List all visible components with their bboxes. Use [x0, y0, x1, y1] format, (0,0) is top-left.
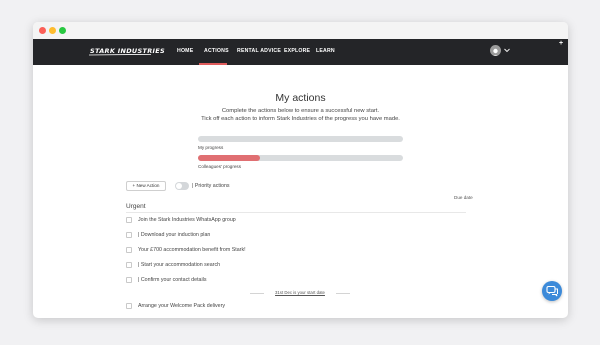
- nav-home[interactable]: HOME: [177, 48, 193, 54]
- task-checkbox[interactable]: [126, 277, 132, 283]
- task-row[interactable]: Arrange your Welcome Pack delivery: [126, 301, 466, 313]
- minimize-window-button[interactable]: [49, 27, 56, 34]
- chat-button[interactable]: [542, 281, 562, 301]
- task-row[interactable]: | Download your induction plan: [126, 230, 466, 242]
- logo-swoosh-icon: [89, 54, 151, 56]
- due-date-header: Due date: [454, 195, 473, 200]
- priority-actions-label: | Priority actions: [192, 183, 230, 189]
- nav-learn[interactable]: LEARN: [316, 48, 335, 54]
- browser-window: STARK INDUSTRIES HOME ACTIONS RENTAL ADV…: [33, 22, 568, 318]
- task-checkbox[interactable]: [126, 303, 132, 309]
- close-window-button[interactable]: [39, 27, 46, 34]
- colleagues-progress-bar: [198, 155, 403, 161]
- task-label[interactable]: Arrange your Welcome Pack delivery: [138, 303, 225, 309]
- task-label[interactable]: | Confirm your contact details: [138, 277, 207, 283]
- maximize-window-button[interactable]: [59, 27, 66, 34]
- nav-rental-advice[interactable]: RENTAL ADVICE: [237, 48, 281, 54]
- task-checkbox[interactable]: [126, 262, 132, 268]
- my-progress-bar: [198, 136, 403, 142]
- top-navbar: STARK INDUSTRIES HOME ACTIONS RENTAL ADV…: [33, 39, 568, 65]
- task-row[interactable]: Your £700 accommodation benefit from Sta…: [126, 245, 466, 257]
- chat-bubbles-icon: [546, 285, 558, 297]
- priority-actions-toggle[interactable]: [175, 182, 189, 190]
- page-title: My actions: [275, 92, 326, 104]
- task-checkbox[interactable]: [126, 247, 132, 253]
- task-row[interactable]: Join the Stark Industries WhatsApp group: [126, 215, 466, 227]
- user-avatar-icon[interactable]: [490, 45, 501, 56]
- task-label[interactable]: | Download your induction plan: [138, 232, 210, 238]
- nav-actions[interactable]: ACTIONS: [204, 48, 229, 54]
- page-subtitle-line1: Complete the actions below to ensure a s…: [221, 108, 380, 114]
- my-progress-label: My progress: [198, 145, 224, 150]
- window-titlebar: [33, 22, 568, 39]
- start-date-divider-label[interactable]: 31st Dec is your start date: [263, 290, 337, 295]
- chevron-down-icon[interactable]: [504, 48, 510, 53]
- toggle-knob: [176, 183, 182, 189]
- plus-icon[interactable]: +: [559, 40, 563, 47]
- task-row[interactable]: | Confirm your contact details: [126, 275, 466, 287]
- task-label[interactable]: Your £700 accommodation benefit from Sta…: [138, 247, 246, 253]
- colleagues-progress-label: Colleagues' progress: [198, 164, 242, 169]
- start-date-rule-left: [250, 293, 264, 294]
- task-checkbox[interactable]: [126, 232, 132, 238]
- colleagues-progress-fill: [198, 155, 260, 161]
- new-action-button[interactable]: + New Action: [126, 181, 166, 191]
- task-label[interactable]: Join the Stark Industries WhatsApp group: [138, 217, 236, 223]
- start-date-rule-right: [336, 293, 350, 294]
- nav-explore[interactable]: EXPLORE: [284, 48, 310, 54]
- task-checkbox[interactable]: [126, 217, 132, 223]
- task-label[interactable]: | Start your accommodation search: [138, 262, 220, 268]
- section-divider: [126, 212, 466, 213]
- task-row[interactable]: | Start your accommodation search: [126, 260, 466, 272]
- section-title-urgent: Urgent: [126, 203, 146, 210]
- page-subtitle-line2: Tick off each action to inform Stark Ind…: [201, 116, 400, 122]
